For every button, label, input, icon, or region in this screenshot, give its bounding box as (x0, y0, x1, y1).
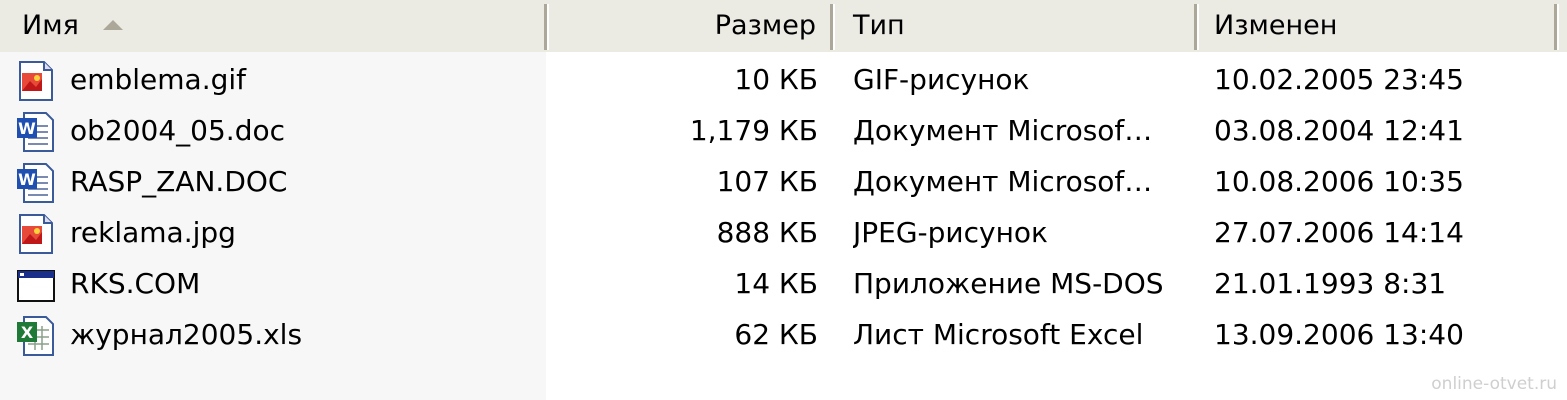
file-type: GIF-рисунок (853, 63, 1030, 96)
watermark: online-otvet.ru (1431, 374, 1557, 394)
file-name[interactable]: reklama.jpg (70, 208, 540, 258)
sort-ascending-icon (102, 20, 123, 30)
file-row[interactable]: W RASP_ZAN.DOC 107 КБ Документ Microsof…… (0, 157, 1567, 207)
file-size: 107 КБ (716, 165, 818, 198)
file-row[interactable]: RKS.COM 14 КБ Приложение MS-DOS 21.01.19… (0, 259, 1567, 309)
svg-text:W: W (18, 170, 36, 189)
column-header-name[interactable]: Имя (0, 4, 544, 48)
column-header-type-label: Тип (853, 10, 905, 41)
file-size: 10 КБ (734, 63, 818, 96)
ms-dos-app-icon (16, 265, 56, 305)
column-header-name-label: Имя (22, 10, 79, 41)
svg-text:W: W (18, 119, 36, 138)
file-row[interactable]: reklama.jpg 888 КБ JPEG-рисунок 27.07.20… (0, 208, 1567, 258)
column-header-size[interactable]: Размер (549, 4, 830, 48)
file-name[interactable]: RASP_ZAN.DOC (70, 157, 540, 207)
file-size: 888 КБ (716, 216, 818, 249)
file-modified: 10.02.2005 23:45 (1214, 63, 1464, 96)
column-resize-handle[interactable] (1554, 4, 1559, 50)
svg-text:X: X (21, 323, 34, 342)
file-row[interactable]: X журнал2005.xls 62 КБ Лист Microsoft Ex… (0, 310, 1567, 360)
column-header-size-label: Размер (714, 10, 816, 41)
file-row[interactable]: W ob2004_05.doc 1,179 КБ Документ Micros… (0, 106, 1567, 156)
file-type: JPEG-рисунок (853, 216, 1048, 249)
file-size: 62 КБ (734, 318, 818, 351)
file-type: Приложение MS-DOS (853, 267, 1164, 300)
file-name[interactable]: ob2004_05.doc (70, 106, 540, 156)
excel-sheet-icon: X (16, 316, 56, 356)
file-modified: 03.08.2004 12:41 (1214, 114, 1464, 147)
word-document-icon: W (16, 163, 56, 203)
column-header-modified[interactable]: Изменен (1199, 4, 1554, 48)
file-row[interactable]: emblema.gif 10 КБ GIF-рисунок 10.02.2005… (0, 55, 1567, 105)
file-name[interactable]: RKS.COM (70, 259, 540, 309)
file-name[interactable]: журнал2005.xls (70, 310, 540, 360)
file-type: Документ Microsof… (853, 114, 1153, 147)
word-document-icon: W (16, 112, 56, 152)
image-file-icon (16, 214, 56, 254)
file-type: Лист Microsoft Excel (853, 318, 1144, 351)
file-modified: 10.08.2006 10:35 (1214, 165, 1464, 198)
file-modified: 27.07.2006 14:14 (1214, 216, 1464, 249)
file-size: 14 КБ (734, 267, 818, 300)
column-header-type[interactable]: Тип (835, 4, 1194, 48)
image-file-icon (16, 61, 56, 101)
column-header-bar: Имя Размер Тип Изменен (0, 0, 1567, 52)
file-name[interactable]: emblema.gif (70, 55, 540, 105)
file-modified: 13.09.2006 13:40 (1214, 318, 1464, 351)
file-modified: 21.01.1993 8:31 (1214, 267, 1447, 300)
column-header-modified-label: Изменен (1214, 10, 1338, 41)
file-size: 1,179 КБ (689, 114, 818, 147)
file-type: Документ Microsof… (853, 165, 1153, 198)
